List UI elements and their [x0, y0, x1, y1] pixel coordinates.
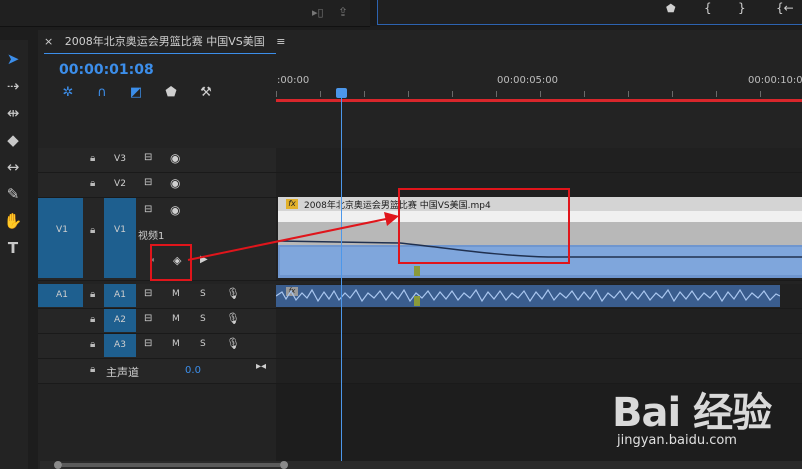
- source-monitor-controls: ▸▯ ⇪: [0, 0, 370, 27]
- mute-button[interactable]: M: [172, 314, 180, 324]
- lock-icon[interactable]: 🔒︎: [90, 153, 95, 164]
- insert-icon[interactable]: ▸▯: [312, 6, 324, 19]
- mute-button[interactable]: M: [172, 289, 180, 299]
- track-a2-lane[interactable]: [276, 309, 802, 334]
- scroll-thumb[interactable]: [62, 463, 280, 467]
- master-jump-icon[interactable]: ▸◂: [256, 361, 266, 372]
- sequence-title: 2008年北京奥运会男篮比赛 中国VS美国: [64, 35, 265, 48]
- work-area-bar[interactable]: [276, 99, 802, 102]
- playhead-line[interactable]: [341, 88, 342, 469]
- export-frame-icon[interactable]: ⇪: [338, 5, 348, 19]
- ruler-ticks: [276, 91, 802, 97]
- source-patch-label: V1: [56, 225, 68, 235]
- sync-lock-icon[interactable]: ⊟: [144, 152, 152, 163]
- watermark-url: jingyan.baidu.com: [617, 433, 737, 448]
- eye-icon[interactable]: ◉: [170, 176, 180, 190]
- sequence-tab[interactable]: × 2008年北京奥运会男篮比赛 中国VS美国 ≡: [44, 33, 285, 53]
- track-v2-header: 🔒︎ V2 ⊟ ◉: [38, 173, 276, 198]
- type-tool-icon[interactable]: T: [2, 237, 24, 259]
- scroll-handle-right[interactable]: [280, 461, 288, 469]
- playhead-handle[interactable]: [336, 88, 347, 98]
- target-track-v1[interactable]: [104, 198, 136, 278]
- marker-icon[interactable]: ⬟: [666, 2, 676, 15]
- lock-icon[interactable]: 🔒︎: [90, 314, 95, 325]
- source-patch-v1[interactable]: [38, 198, 83, 278]
- voiceover-record-icon[interactable]: 🎙︎: [226, 337, 240, 350]
- slip-tool-icon[interactable]: ↔: [2, 156, 24, 178]
- track-header-spacer: [38, 104, 276, 148]
- tools-panel: ➤ ⇢ ⇹ ◆ ↔ ✎ ✋ T: [0, 40, 28, 469]
- track-name: A1: [114, 290, 126, 300]
- watermark-logo: Bai 经验: [612, 390, 772, 436]
- go-to-in-icon[interactable]: {←: [776, 1, 794, 15]
- sync-lock-icon[interactable]: ⊟: [144, 338, 152, 349]
- keyframe-marker[interactable]: [414, 266, 420, 276]
- track-name: A3: [114, 340, 126, 350]
- sync-lock-icon[interactable]: ⊟: [144, 288, 152, 299]
- lock-icon[interactable]: 🔒︎: [90, 339, 95, 350]
- tab-underline: [44, 53, 276, 54]
- solo-button[interactable]: S: [200, 314, 206, 324]
- master-track-header: 🔒︎ 主声道 0.0 ▸◂: [38, 359, 276, 384]
- source-patch-label: A1: [56, 290, 68, 300]
- track-name: V1: [114, 225, 126, 235]
- eye-icon[interactable]: ◉: [170, 203, 180, 217]
- selection-tool-icon[interactable]: ➤: [2, 48, 24, 70]
- add-marker-icon[interactable]: ⬟: [163, 85, 179, 101]
- program-monitor-controls: ⬟ { } {←: [377, 0, 802, 25]
- track-header-empty: [38, 384, 276, 461]
- lock-icon[interactable]: 🔒︎: [90, 364, 95, 375]
- solo-button[interactable]: S: [200, 289, 206, 299]
- track-a3-header: 🔒︎ A3 ⊟ M S 🎙︎: [38, 334, 276, 359]
- audio-waveform: [276, 288, 780, 303]
- annotation-box-keyframe-line: [398, 188, 570, 264]
- snap-icon[interactable]: ∩: [94, 85, 110, 101]
- razor-tool-icon[interactable]: ◆: [2, 129, 24, 151]
- track-name[interactable]: V3: [108, 154, 132, 164]
- track-v3-lane[interactable]: [276, 148, 802, 173]
- lock-icon[interactable]: 🔒︎: [90, 178, 95, 189]
- lock-icon[interactable]: 🔒︎: [90, 225, 95, 236]
- master-label: 主声道: [106, 366, 139, 379]
- track-select-tool-icon[interactable]: ⇢: [2, 75, 24, 97]
- hand-tool-icon[interactable]: ✋: [2, 210, 24, 232]
- ruler-label: :00:00: [277, 75, 310, 86]
- voiceover-record-icon[interactable]: 🎙︎: [226, 312, 240, 325]
- master-volume-value[interactable]: 0.0: [178, 365, 208, 376]
- pen-tool-icon[interactable]: ✎: [2, 183, 24, 205]
- scroll-handle-left[interactable]: [54, 461, 62, 469]
- track-v3-header: 🔒︎ V3 ⊟ ◉: [38, 148, 276, 173]
- audio-keyframe-marker[interactable]: [414, 296, 420, 306]
- playhead-timecode[interactable]: 00:00:01:08: [59, 62, 154, 78]
- sync-lock-icon[interactable]: ⊟: [144, 204, 152, 215]
- track-a3-lane[interactable]: [276, 334, 802, 359]
- solo-button[interactable]: S: [200, 339, 206, 349]
- mute-button[interactable]: M: [172, 339, 180, 349]
- ruler-label: 00:00:05:00: [497, 75, 559, 86]
- track-a2-header: 🔒︎ A2 ⊟ M S 🎙︎: [38, 309, 276, 334]
- panel-menu-icon[interactable]: ≡: [276, 35, 285, 48]
- close-icon[interactable]: ×: [44, 35, 53, 48]
- track-sub-label: 视频1: [138, 231, 165, 242]
- ripple-edit-tool-icon[interactable]: ⇹: [2, 102, 24, 124]
- timeline-settings-icon[interactable]: ⚒: [198, 85, 214, 101]
- baidu-watermark: Bai 经验 jingyan.baidu.com: [612, 380, 802, 469]
- track-name[interactable]: V2: [108, 179, 132, 189]
- eye-icon[interactable]: ◉: [170, 151, 180, 165]
- annotation-arrow: [187, 212, 399, 261]
- mark-out-icon[interactable]: }: [738, 1, 746, 15]
- track-name: A2: [114, 315, 126, 325]
- sync-lock-icon[interactable]: ⊟: [144, 313, 152, 324]
- nest-toggle-icon[interactable]: ✲: [60, 85, 76, 101]
- mark-in-icon[interactable]: {: [704, 1, 712, 15]
- lock-icon[interactable]: 🔒︎: [90, 289, 95, 300]
- track-a1-header: A1 🔒︎ A1 ⊟ M S 🎙︎: [38, 284, 276, 309]
- linked-selection-icon[interactable]: ◩: [128, 85, 144, 101]
- sync-lock-icon[interactable]: ⊟: [144, 177, 152, 188]
- voiceover-record-icon[interactable]: 🎙︎: [226, 287, 240, 300]
- ruler-label: 00:00:10:0: [748, 75, 802, 86]
